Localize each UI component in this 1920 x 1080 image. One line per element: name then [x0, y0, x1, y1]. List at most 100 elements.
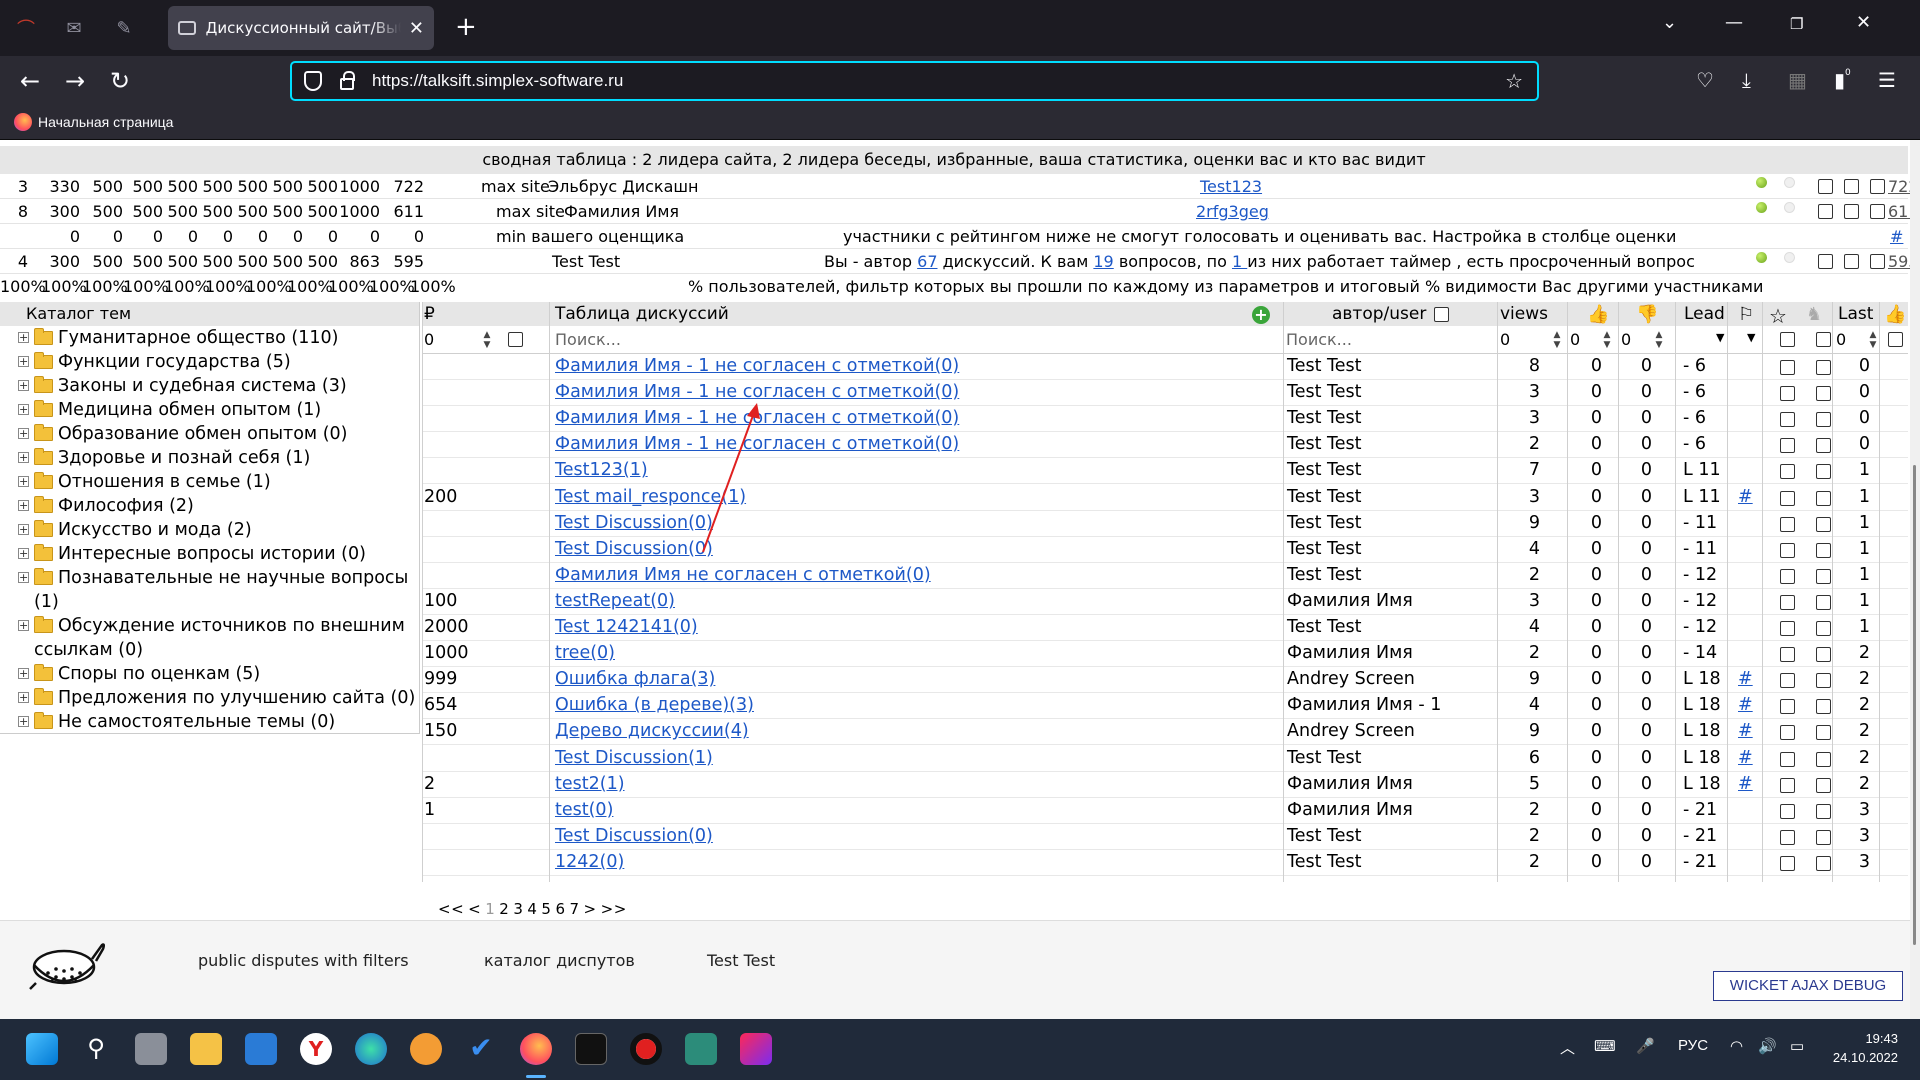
- catalog-item[interactable]: + Отношения в семье (1): [0, 470, 419, 494]
- catalog-item[interactable]: + Искусство и мода (2): [0, 518, 419, 542]
- pager-item[interactable]: <: [468, 900, 481, 918]
- price-filter-value[interactable]: 0: [424, 330, 434, 349]
- yandex-browser-icon[interactable]: Y: [300, 1033, 332, 1065]
- thumbs-down-icon[interactable]: 👎: [1636, 304, 1658, 325]
- lock-icon[interactable]: [340, 71, 355, 90]
- stat-link[interactable]: 1: [1232, 252, 1247, 271]
- price-filter-checkbox[interactable]: [508, 332, 523, 347]
- row-favorite-checkbox[interactable]: [1780, 751, 1795, 767]
- discussion-link[interactable]: Дерево дискуссии(4): [555, 721, 749, 741]
- discussion-link[interactable]: Test mail_responce(1): [555, 487, 746, 507]
- file-explorer-icon[interactable]: [190, 1033, 222, 1065]
- row-ignore-checkbox[interactable]: [1816, 673, 1831, 689]
- task-view-icon[interactable]: [135, 1033, 167, 1065]
- downloads-icon[interactable]: ⤓: [1742, 68, 1751, 92]
- row-ignore-checkbox[interactable]: [1816, 777, 1831, 793]
- row-flag-link[interactable]: #: [1738, 748, 1753, 768]
- expand-plus-icon[interactable]: +: [18, 692, 29, 703]
- app-window-icon[interactable]: [685, 1033, 717, 1065]
- catalog-item[interactable]: + Философия (2): [0, 494, 419, 518]
- price-spinner-icon[interactable]: ▲ ▼: [482, 330, 492, 350]
- row-ignore-checkbox[interactable]: [1816, 386, 1831, 402]
- bookmark-star-icon[interactable]: ☆: [1505, 69, 1523, 93]
- row-ignore-checkbox[interactable]: [1816, 438, 1831, 454]
- pager-item[interactable]: >>: [601, 900, 627, 918]
- row-flag-link[interactable]: #: [1738, 721, 1753, 741]
- walker-filter-checkbox[interactable]: [1816, 332, 1831, 347]
- catalog-item[interactable]: + Медицина обмен опытом (1): [0, 398, 419, 422]
- thumbs-up-icon[interactable]: 👍: [1587, 304, 1609, 325]
- wicket-ajax-debug-button[interactable]: WICKET AJAX DEBUG: [1713, 971, 1903, 1001]
- row-ignore-checkbox[interactable]: [1816, 725, 1831, 741]
- catalog-item[interactable]: + Образование обмен опытом (0): [0, 422, 419, 446]
- header-last[interactable]: Last: [1838, 304, 1873, 324]
- row-ignore-checkbox[interactable]: [1816, 542, 1831, 558]
- catalog-item-label[interactable]: Споры по оценкам (5): [58, 664, 260, 684]
- bookmark-home[interactable]: Начальная страница: [14, 113, 173, 131]
- up-spinner-icon[interactable]: ▲ ▼: [1602, 330, 1612, 350]
- row-ignore-checkbox[interactable]: [1816, 464, 1831, 480]
- down-filter-value[interactable]: 0: [1621, 330, 1631, 349]
- discussion-link[interactable]: Фамилия Имя - 1 не согласен с отметкой(0…: [555, 356, 959, 376]
- header-views[interactable]: views: [1500, 304, 1548, 324]
- row-favorite-checkbox[interactable]: [1780, 803, 1795, 819]
- row-ignore-checkbox[interactable]: [1816, 621, 1831, 636]
- expand-plus-icon[interactable]: +: [18, 404, 29, 415]
- row-favorite-checkbox[interactable]: [1780, 412, 1795, 428]
- menu-icon[interactable]: ☰: [1878, 68, 1896, 92]
- flag-dropdown-icon[interactable]: ▼: [1747, 331, 1755, 344]
- discussion-link[interactable]: Фамилия Имя не согласен с отметкой(0): [555, 565, 931, 585]
- discussion-link[interactable]: Test Discussion(0): [555, 539, 713, 559]
- discussion-link[interactable]: Фамилия Имя - 1 не согласен с отметкой(0…: [555, 382, 959, 402]
- footer-link-public-disputes[interactable]: public disputes with filters: [198, 951, 409, 970]
- forward-button[interactable]: →: [60, 66, 90, 96]
- pager-item[interactable]: 5: [541, 900, 551, 918]
- tray-chevron-icon[interactable]: ︿: [1560, 1037, 1575, 1058]
- window-close-button[interactable]: ✕: [1856, 12, 1871, 33]
- discussion-link[interactable]: tree(0): [555, 643, 615, 663]
- row-ignore-checkbox[interactable]: [1816, 412, 1831, 428]
- last-filter-checkbox[interactable]: [1888, 332, 1903, 347]
- terminal-icon[interactable]: [575, 1033, 607, 1065]
- row-ignore-checkbox[interactable]: [1816, 568, 1831, 584]
- row-ignore-checkbox[interactable]: [1816, 855, 1831, 871]
- views-spinner-icon[interactable]: ▲ ▼: [1552, 330, 1562, 350]
- walker-icon[interactable]: ♞: [1806, 304, 1822, 325]
- expand-plus-icon[interactable]: +: [18, 500, 29, 511]
- summary-checkbox[interactable]: [1818, 254, 1833, 269]
- new-tab-button[interactable]: +: [455, 12, 477, 42]
- expand-plus-icon[interactable]: +: [18, 332, 29, 343]
- catalog-item-label[interactable]: Познавательные не научные вопросы: [58, 568, 408, 588]
- discussion-link[interactable]: Фамилия Имя - 1 не согласен с отметкой(0…: [555, 408, 959, 428]
- start-button-icon[interactable]: [26, 1033, 58, 1065]
- pager-item[interactable]: 3: [513, 900, 523, 918]
- row-ignore-checkbox[interactable]: [1816, 751, 1831, 767]
- discussion-link[interactable]: Test Discussion(1): [555, 748, 713, 768]
- header-lead[interactable]: Lead: [1684, 304, 1725, 324]
- add-discussion-icon[interactable]: +: [1252, 306, 1270, 324]
- row-flag-link[interactable]: #: [1738, 695, 1753, 715]
- edge-icon[interactable]: [355, 1033, 387, 1065]
- tracking-shield-icon[interactable]: [304, 71, 322, 91]
- pinned-tab-icon[interactable]: ⌒: [12, 14, 40, 42]
- pager-item[interactable]: 2: [499, 900, 509, 918]
- pager-item[interactable]: 4: [527, 900, 537, 918]
- summary-discussion-link[interactable]: 2rfg3geg: [1196, 202, 1269, 221]
- catalog-item-label[interactable]: Не самостоятельные темы (0): [58, 712, 335, 732]
- row-favorite-checkbox[interactable]: [1780, 594, 1795, 610]
- back-button[interactable]: ←: [15, 66, 45, 96]
- keyboard-icon[interactable]: ⌨: [1594, 1037, 1616, 1055]
- row-flag-link[interactable]: #: [1738, 487, 1753, 507]
- url-text[interactable]: https://talksift.simplex-software.ru: [372, 71, 623, 91]
- stat-link[interactable]: 67: [917, 252, 937, 271]
- row-ignore-checkbox[interactable]: [1816, 647, 1831, 663]
- favorite-star-icon[interactable]: ☆: [1769, 304, 1787, 328]
- catalog-item[interactable]: + Законы и судебная система (3): [0, 374, 419, 398]
- row-favorite-checkbox[interactable]: [1780, 568, 1795, 584]
- expand-plus-icon[interactable]: +: [18, 716, 29, 727]
- lead-dropdown-icon[interactable]: ▼: [1716, 331, 1724, 344]
- catalog-item-label[interactable]: Законы и судебная система (3): [58, 376, 347, 396]
- last-filter-value[interactable]: 0: [1836, 330, 1846, 349]
- discussion-link[interactable]: Test Discussion(0): [555, 826, 713, 846]
- pocket-icon[interactable]: ♡: [1696, 68, 1714, 92]
